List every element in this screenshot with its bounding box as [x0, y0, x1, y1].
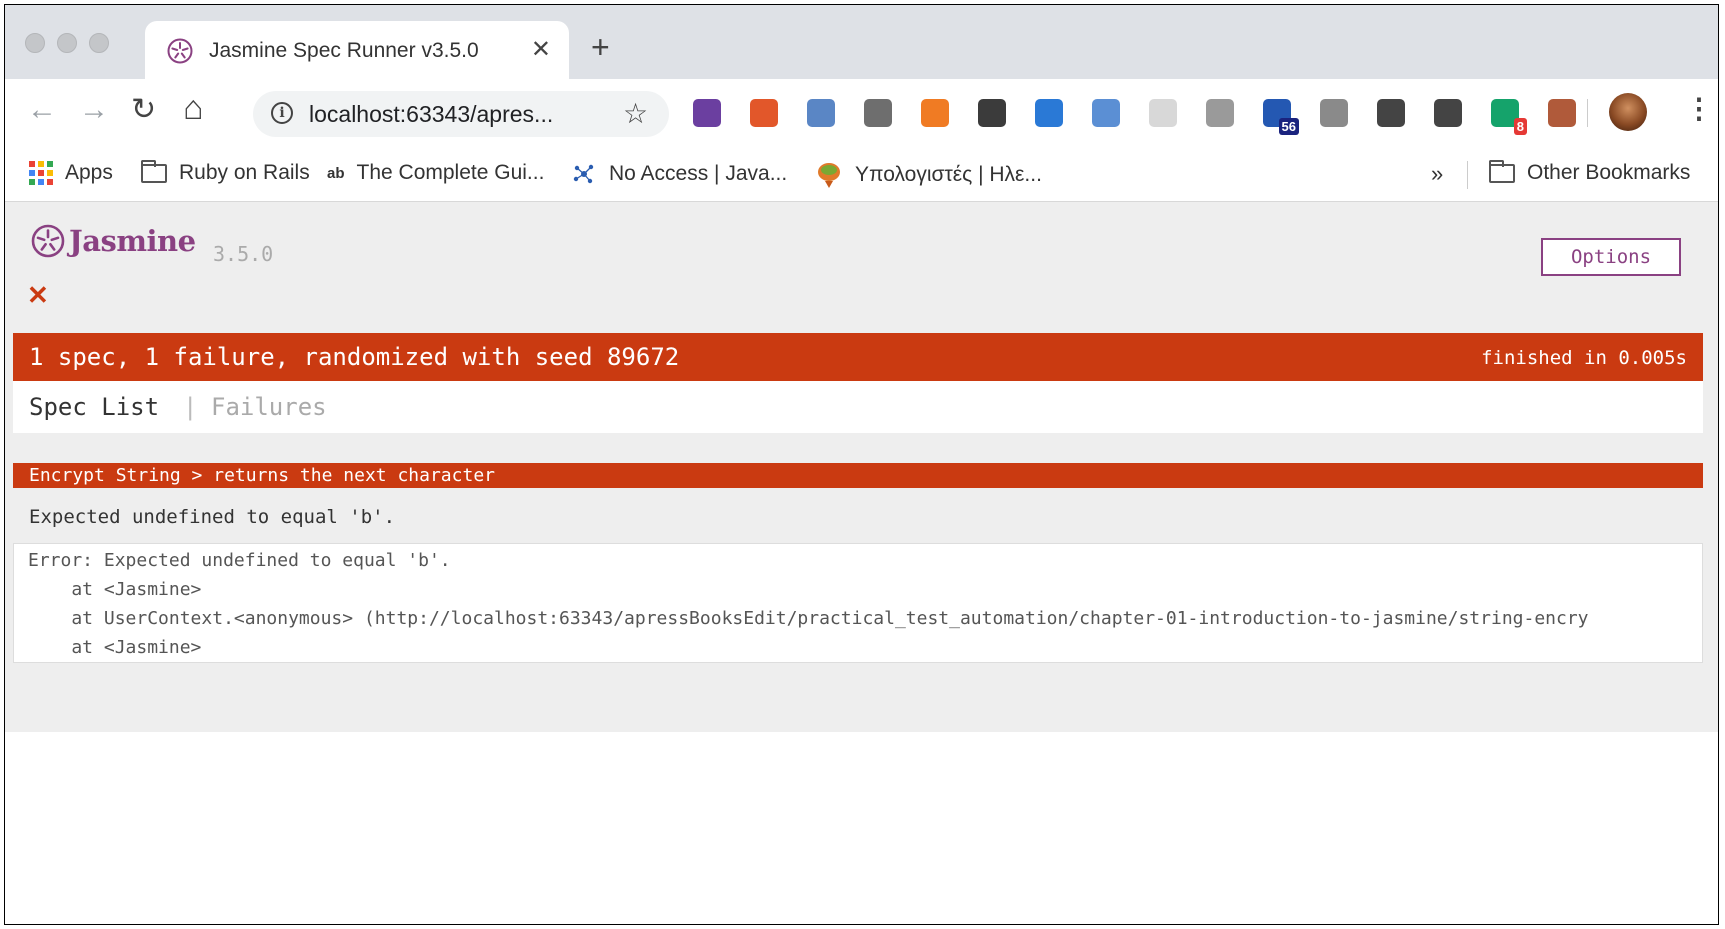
bookmark-label: Apps	[65, 161, 113, 184]
summary-bar: 1 spec, 1 failure, randomized with seed …	[13, 333, 1703, 381]
download-extension-icon[interactable]	[1035, 99, 1063, 127]
bookmark-label: No Access | Java...	[609, 162, 788, 185]
bulb-extension-icon[interactable]	[978, 99, 1006, 127]
jasmine-version: 3.5.0	[213, 242, 274, 266]
molecule-icon	[573, 164, 594, 184]
globe-extension-icon[interactable]	[1320, 99, 1348, 127]
stack-line: at <Jasmine>	[28, 637, 202, 658]
grammarly-extension-icon[interactable]: 8	[1491, 99, 1527, 135]
bookmark-apps[interactable]: Apps	[29, 161, 113, 185]
home-icon[interactable]: ⌂	[183, 91, 204, 125]
new-tab-button[interactable]: +	[591, 31, 610, 63]
jasmine-logo-icon	[31, 224, 65, 258]
bookmarks-overflow-icon[interactable]: »	[1431, 161, 1443, 187]
spec-list-link[interactable]: Spec List	[29, 393, 159, 421]
forward-icon[interactable]: →	[79, 95, 109, 125]
browser-menu-icon[interactable]: ⋮	[1685, 95, 1713, 123]
browser-window: Jasmine Spec Runner v3.5.0 ✕ + ← → ↻ ⌂ i…	[4, 4, 1719, 925]
bookmark-other-bookmarks[interactable]: Other Bookmarks	[1489, 159, 1691, 185]
bookmark-label: Other Bookmarks	[1527, 161, 1691, 184]
stack-trace: Error: Expected undefined to equal 'b'. …	[13, 543, 1703, 663]
site-info-icon[interactable]: i	[271, 102, 293, 124]
jasmine-page: Jasmine 3.5.0 Options ✕ 1 spec, 1 failur…	[5, 202, 1718, 732]
stack-line: at UserContext.<anonymous> (http://local…	[28, 608, 1589, 629]
failures-link[interactable]: Failures	[211, 393, 327, 421]
tab-strip: Jasmine Spec Runner v3.5.0 ✕ +	[5, 5, 1718, 79]
chat-extension-icon[interactable]	[1206, 99, 1234, 127]
failure-message: Expected undefined to equal 'b'.	[29, 506, 396, 528]
jasmine-logo-text: Jasmine	[69, 224, 196, 258]
a-circle-extension-icon[interactable]	[1377, 99, 1405, 127]
bookmarks-divider	[1467, 161, 1468, 189]
address-url: localhost:63343/apres...	[309, 101, 554, 127]
bookmark-label: The Complete Gui...	[356, 161, 545, 184]
reload-icon[interactable]: ↻	[131, 95, 156, 125]
browser-toolbar: ← → ↻ ⌂ i localhost:63343/apres... ☆ 56 8…	[5, 79, 1718, 149]
stack-line: at <Jasmine>	[28, 579, 202, 600]
bookmark-label: Υπολογιστές | Ηλε...	[855, 163, 1042, 186]
window-extension-icon[interactable]	[1092, 99, 1120, 127]
failed-spec-icon[interactable]: ✕	[27, 280, 49, 311]
profile-avatar[interactable]	[1609, 93, 1647, 131]
failed-spec-header: Encrypt String > returns the next charac…	[13, 463, 1703, 488]
back-icon[interactable]: ←	[27, 95, 57, 125]
bookmark-ypologistes[interactable]: Υπολογιστές | Ηλε...	[815, 161, 1042, 189]
react-extension-icon[interactable]	[1149, 99, 1177, 127]
jasmine-logo: Jasmine	[31, 224, 196, 258]
apps-grid-icon	[29, 161, 53, 185]
network-extension-icon[interactable]	[750, 99, 778, 127]
bookmark-label: Ruby on Rails	[179, 161, 310, 184]
bookmark-ruby-on-rails[interactable]: Ruby on Rails	[141, 159, 310, 185]
tab-title: Jasmine Spec Runner v3.5.0	[209, 39, 479, 62]
bookmark-no-access-java[interactable]: No Access | Java...	[571, 161, 787, 187]
summary-text: 1 spec, 1 failure, randomized with seed …	[29, 343, 680, 371]
target-extension-icon[interactable]	[921, 99, 949, 127]
toolbar-divider	[1587, 99, 1588, 127]
address-bar[interactable]: i localhost:63343/apres... ☆	[253, 91, 669, 137]
bookmark-complete-guide[interactable]: ab The Complete Gui...	[327, 161, 544, 185]
menu-separator: |	[183, 393, 198, 421]
duration-text: finished in 0.005s	[1481, 347, 1687, 369]
window-close-button[interactable]	[25, 33, 45, 53]
extension-badge: 56	[1278, 118, 1299, 135]
window-zoom-button[interactable]	[89, 33, 109, 53]
cast-extension-icon[interactable]	[1548, 99, 1576, 127]
opera-extension-icon[interactable]	[807, 99, 835, 127]
jasmine-favicon-icon	[167, 38, 193, 64]
c-extension-icon[interactable]	[864, 99, 892, 127]
extension-badge: 8	[1513, 118, 1527, 135]
tab-jasmine-spec-runner[interactable]: Jasmine Spec Runner v3.5.0 ✕	[145, 21, 569, 79]
failed-spec-name[interactable]: Encrypt String > returns the next charac…	[29, 465, 495, 486]
results-menu: Spec List | Failures	[13, 381, 1703, 433]
folder-icon	[1489, 159, 1515, 183]
balloon-icon	[818, 163, 840, 188]
bookmarks-bar: Apps Ruby on Rails ab The Complete Gui..…	[5, 149, 1718, 202]
window-minimize-button[interactable]	[57, 33, 77, 53]
tab-close-icon[interactable]: ✕	[531, 35, 551, 64]
folder-icon	[141, 159, 167, 183]
cloud-extension-icon[interactable]: 56	[1263, 99, 1299, 135]
move-extension-icon[interactable]	[1434, 99, 1462, 127]
options-button[interactable]: Options	[1541, 238, 1681, 276]
stack-line: Error: Expected undefined to equal 'b'.	[28, 550, 451, 571]
bookmark-star-icon[interactable]: ☆	[623, 97, 648, 130]
ab-icon: ab	[327, 164, 345, 182]
eyedropper-extension-icon[interactable]	[693, 99, 721, 127]
